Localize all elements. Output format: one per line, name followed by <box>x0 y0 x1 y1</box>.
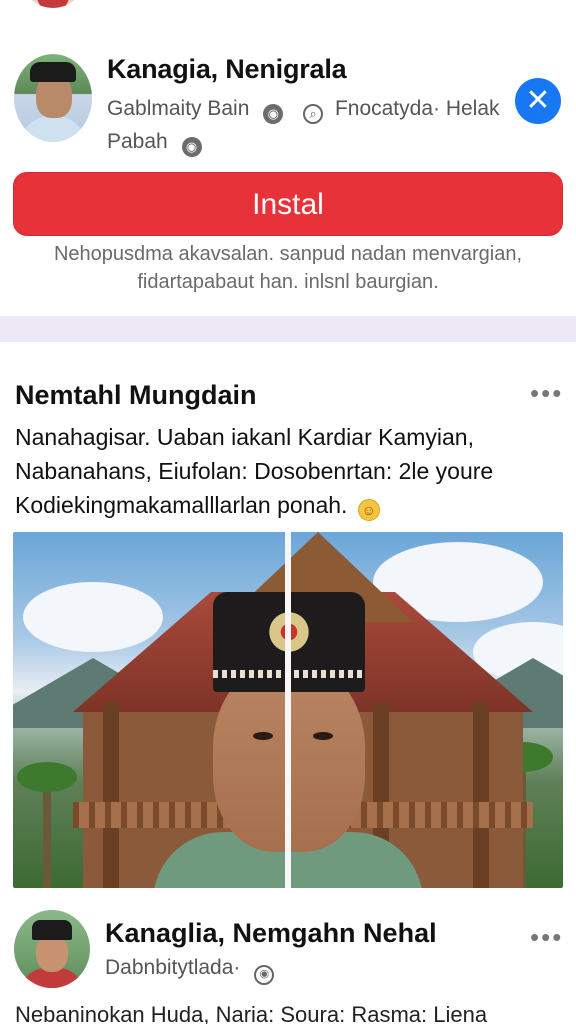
author-cap <box>32 920 72 940</box>
pavilion-pillar <box>473 702 489 888</box>
globe-icon: ◉ <box>254 965 275 985</box>
install-meta: Gablmaity Bain ◉ ⌕ Fnocatyda· Helak Paba… <box>107 92 527 158</box>
previous-post-edge <box>0 0 576 14</box>
post: Nemtahl Mungdain ••• Nanahagisar. Uaban … <box>0 342 576 1024</box>
install-name[interactable]: Kanagia, Nenigrala <box>107 54 347 85</box>
post-image[interactable] <box>13 532 563 888</box>
search-icon: ⌕ <box>303 104 324 124</box>
install-description: Nehopusdma akavsalan. sanpud nadan menva… <box>53 243 523 293</box>
globe-icon: ◉ <box>181 137 202 157</box>
previous-avatar <box>26 0 80 8</box>
pavilion-pillar <box>103 702 119 888</box>
more-icon[interactable]: ••• <box>530 922 563 953</box>
post-body: Nanahagisar. Uaban iakanl Kardiar Kamyia… <box>15 420 563 522</box>
install-avatar[interactable] <box>14 54 92 142</box>
author-name[interactable]: Kanaglia, Nemgahn Nehal <box>105 918 437 949</box>
author-avatar[interactable] <box>14 910 90 988</box>
close-icon: ✕ <box>525 84 551 117</box>
post-title[interactable]: Nemtahl Mungdain <box>15 380 257 411</box>
close-button[interactable]: ✕ <box>515 78 561 124</box>
post-body-text: Nanahagisar. Uaban iakanl Kardiar Kamyia… <box>15 424 494 518</box>
more-icon[interactable]: ••• <box>530 378 563 409</box>
feed-separator <box>0 316 576 342</box>
install-meta-text-3: Pabah <box>107 130 168 153</box>
cloud <box>23 582 163 652</box>
split-divider <box>285 532 291 888</box>
emoji-icon: ☺ <box>357 499 380 521</box>
install-meta-text-2: Fnocatyda· Helak <box>334 97 500 120</box>
avatar-cap <box>30 62 76 82</box>
palm-leaves <box>17 762 77 792</box>
person-eye <box>253 732 273 740</box>
author-meta: Dabnbitytlada· ◉ <box>105 956 275 985</box>
globe-icon: ◉ <box>263 104 284 124</box>
install-button[interactable]: Instal <box>13 172 563 236</box>
author-meta-text: Dabnbitytlada· <box>105 956 241 979</box>
post-tail-text: Nebaninokan Huda, Naria: Soura: Rasma: L… <box>15 1002 488 1024</box>
install-card: Kanagia, Nenigrala Gablmaity Bain ◉ ⌕ Fn… <box>0 38 576 316</box>
person-eye <box>313 732 333 740</box>
avatar-shirt <box>20 116 86 142</box>
install-meta-text-1: Gablmaity Bain <box>107 97 250 120</box>
